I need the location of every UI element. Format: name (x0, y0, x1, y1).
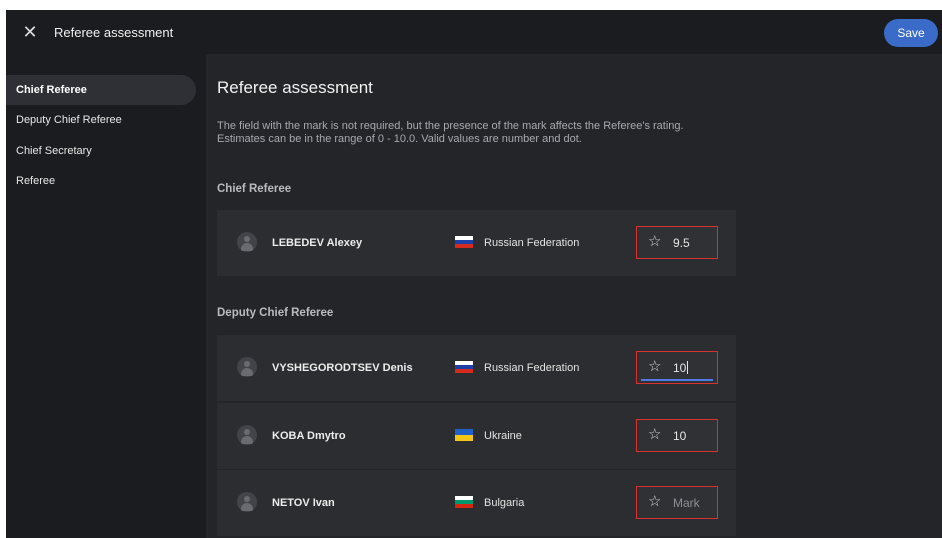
sidebar: Chief Referee Deputy Chief Referee Chief… (6, 54, 206, 538)
focus-underline (641, 379, 713, 381)
country-label: Ukraine (484, 430, 522, 442)
star-icon: ☆ (648, 493, 662, 510)
description: The field with the mark is not required,… (217, 120, 684, 146)
ukraine-flag-icon (455, 429, 473, 441)
referee-row: VYSHEGORODTSEV Denis Russian Federation … (217, 335, 736, 401)
referee-name: LEBEDEV Alexey (272, 237, 363, 249)
mark-value: 10 (673, 361, 689, 375)
bulgaria-flag-icon (455, 496, 473, 508)
referee-row: KOBA Dmytro Ukraine ☆ 10 (217, 402, 736, 469)
avatar (237, 425, 257, 445)
close-icon[interactable]: ✕ (20, 22, 40, 42)
country-label: Russian Federation (484, 237, 580, 249)
page-title: Referee assessment (217, 78, 373, 97)
referee-row: NETOV Ivan Bulgaria ☆ Mark (217, 469, 736, 536)
star-icon: ☆ (648, 358, 662, 375)
russia-flag-icon (455, 236, 473, 248)
dialog-title: Referee assessment (54, 25, 174, 40)
referee-row: LEBEDEV Alexey Russian Federation ☆ 9.5 (217, 210, 736, 276)
referee-name: VYSHEGORODTSEV Denis (272, 362, 413, 374)
mark-value: 9.5 (673, 236, 690, 250)
mark-input[interactable]: ☆ 9.5 (636, 226, 718, 259)
sidebar-item-chief-secretary[interactable]: Chief Secretary (6, 136, 196, 166)
section-title-deputy-chief-referee: Deputy Chief Referee (217, 307, 334, 319)
mark-input[interactable]: ☆ Mark (636, 486, 718, 519)
avatar (237, 492, 257, 512)
save-button[interactable]: Save (884, 19, 938, 47)
sidebar-item-chief-referee[interactable]: Chief Referee (6, 75, 196, 105)
avatar (237, 357, 257, 377)
country-label: Bulgaria (484, 497, 525, 509)
text-caret (687, 361, 689, 374)
russia-flag-icon (455, 361, 473, 373)
mark-input-focused[interactable]: ☆ 10 (636, 351, 718, 384)
sidebar-item-deputy-chief-referee[interactable]: Deputy Chief Referee (6, 105, 196, 135)
description-line-2: Estimates can be in the range of 0 - 10.… (217, 133, 582, 145)
country-label: Russian Federation (484, 362, 580, 374)
top-bar: ✕ Referee assessment Save (6, 10, 942, 54)
mark-placeholder: Mark (673, 496, 700, 510)
mark-value: 10 (673, 429, 687, 443)
description-line-1: The field with the mark is not required,… (217, 120, 684, 132)
mark-input[interactable]: ☆ 10 (636, 419, 718, 452)
avatar (237, 232, 257, 252)
star-icon: ☆ (648, 426, 662, 443)
section-title-chief-referee: Chief Referee (217, 183, 292, 195)
app-window: ✕ Referee assessment Save Chief Referee … (6, 10, 942, 538)
referee-name: KOBA Dmytro (272, 430, 346, 442)
mark-value-text: 10 (673, 361, 687, 375)
sidebar-item-referee[interactable]: Referee (6, 166, 196, 196)
referee-name: NETOV Ivan (272, 497, 335, 509)
star-icon: ☆ (648, 233, 662, 250)
